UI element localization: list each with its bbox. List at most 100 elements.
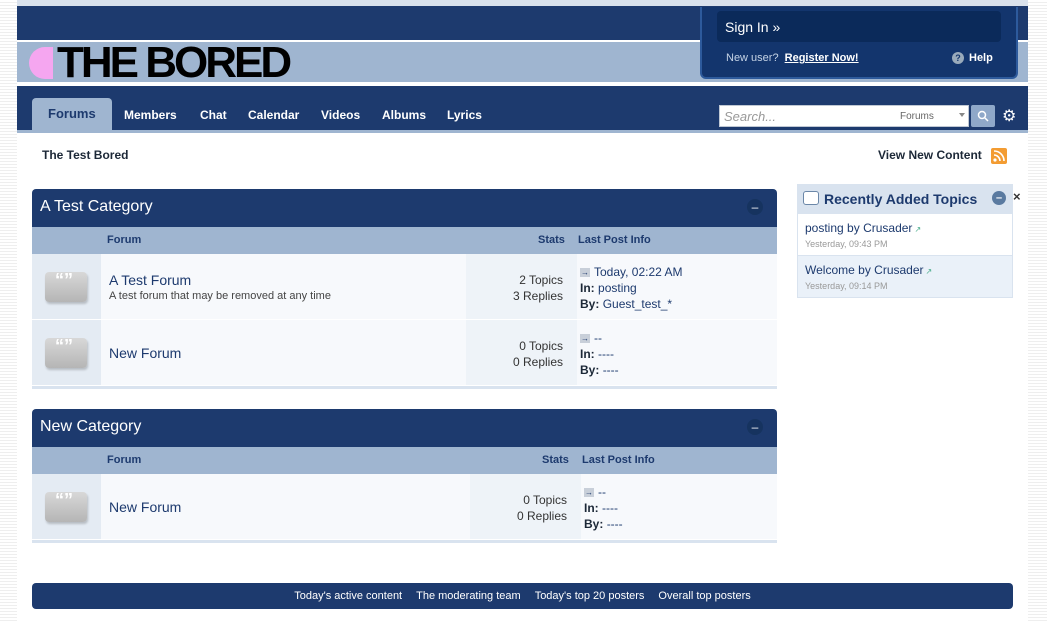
last-post-topic-link[interactable]: ---- [598,347,614,361]
tab-lyrics[interactable]: Lyrics [447,98,482,133]
col-lastpost-header: Last Post Info [578,234,651,246]
help-link[interactable]: ? Help [952,52,993,64]
forum-stats: 2 Topics 3 Replies [466,272,563,304]
last-post-date[interactable]: -- [598,485,606,499]
in-label: In: [580,281,595,295]
forum-name-link[interactable]: A Test Forum [109,272,191,288]
category-header: New Category – [32,409,777,447]
column-header-row: Forum Stats Last Post Info [32,227,777,254]
external-link-icon[interactable]: ↗ [914,225,921,234]
topics-count: 0 Topics [519,339,563,353]
footer-link-overall-top-posters[interactable]: Overall top posters [658,590,750,602]
forum-icon-cell [32,320,101,385]
new-user-text: New user? [726,52,779,64]
footer-link-active-content[interactable]: Today's active content [294,590,402,602]
view-new-content-link[interactable]: View New Content [878,148,982,162]
signin-panel: Sign In » New user? Register Now! ? Help [700,7,1018,79]
in-label: In: [580,347,595,361]
tab-chat[interactable]: Chat [200,98,227,133]
rss-icon[interactable] [991,148,1007,164]
footer-link-moderating-team[interactable]: The moderating team [416,590,521,602]
tab-videos[interactable]: Videos [321,98,360,133]
collapse-icon[interactable]: – [747,199,763,215]
forum-stats: 0 Topics 0 Replies [466,338,563,370]
by-label: By: [580,363,600,377]
search-icon [977,110,989,122]
site-logo[interactable]: THE BORED [29,38,292,87]
tab-forums[interactable]: Forums [32,98,112,133]
last-post-date[interactable]: -- [594,331,602,345]
replies-count: 3 Replies [512,289,563,303]
tab-albums[interactable]: Albums [382,98,426,133]
list-item: Welcome by Crusader ↗ Yesterday, 09:14 PM [797,256,1013,298]
forum-name-link[interactable]: New Forum [109,345,181,361]
forum-status-icon [45,270,87,302]
signin-button[interactable]: Sign In » [717,11,1001,42]
last-post-topic-link[interactable]: ---- [602,501,618,515]
forum-icon-cell [32,474,101,539]
close-icon[interactable]: × [1013,189,1021,204]
recent-topic-author-link[interactable]: Crusader [874,263,923,277]
primary-nav: Forums Members Chat Calendar Videos Albu… [17,86,1028,133]
category-header: A Test Category – [32,189,777,227]
category-title[interactable]: New Category [40,418,141,435]
by-label: By: [584,517,604,531]
last-post-topic-link[interactable]: posting [598,281,637,295]
forum-name-link[interactable]: New Forum [109,499,181,515]
go-to-post-icon[interactable]: → [580,334,590,344]
category-block: A Test Category – Forum Stats Last Post … [32,189,777,389]
register-link[interactable]: Register Now! [785,52,859,64]
forum-description: A test forum that may be removed at any … [109,290,331,302]
recent-topic-link[interactable]: posting [805,221,844,235]
gear-icon[interactable]: ⚙ [1002,106,1016,126]
recent-topic-time: Yesterday, 09:43 PM [805,239,888,249]
footer-links-bar: Today's active content The moderating te… [32,583,1013,609]
category-block: New Category – Forum Stats Last Post Inf… [32,409,777,543]
last-post-author-link[interactable]: ---- [607,517,623,531]
col-forum-header: Forum [107,234,142,246]
help-label: Help [969,52,993,64]
external-link-icon[interactable]: ↗ [926,267,933,276]
recent-topic-author-link[interactable]: Crusader [863,221,912,235]
tab-members[interactable]: Members [124,98,177,133]
collapse-icon[interactable]: – [992,191,1006,205]
footer-link-top-20-posters[interactable]: Today's top 20 posters [535,590,645,602]
logo-text: THE BORED [57,38,292,87]
last-post-info: → -- In: ---- By: ---- [577,320,777,385]
forum-stats: 0 Topics 0 Replies [470,492,567,524]
col-lastpost-header: Last Post Info [582,454,655,466]
search-scope-select[interactable]: Forums [900,111,934,122]
topics-icon [803,191,819,205]
collapse-icon[interactable]: – [747,419,763,435]
forum-status-icon [45,336,87,368]
in-label: In: [584,501,599,515]
forum-main-cell: A Test Forum A test forum that may be re… [101,254,466,319]
last-post-info: → -- In: ---- By: ---- [581,474,777,539]
sidebar-recent-topics: Recently Added Topics – × posting by Cru… [797,184,1021,298]
last-post-author-link[interactable]: Guest_test_* [603,297,672,311]
by-label: By: [580,297,600,311]
search-button[interactable] [971,105,995,127]
col-forum-header: Forum [107,454,142,466]
page-wrapper: THE BORED Sign In » New user? Register N… [17,0,1028,621]
forum-row: New Forum 0 Topics 0 Replies → -- In: ---… [32,320,777,386]
go-to-post-icon[interactable]: → [584,488,594,498]
col-stats-header: Stats [538,234,565,246]
go-to-post-icon[interactable]: → [580,268,590,278]
forum-row: New Forum 0 Topics 0 Replies → -- In: ---… [32,474,777,540]
replies-count: 0 Replies [516,509,567,523]
topics-count: 2 Topics [519,273,563,287]
forum-main-cell: New Forum [101,474,470,539]
search-input[interactable]: Search... [724,109,776,124]
forum-status-icon [45,490,87,522]
last-post-author-link[interactable]: ---- [603,363,619,377]
chevron-down-icon [959,113,965,117]
help-icon: ? [952,52,964,64]
breadcrumb[interactable]: The Test Bored [42,148,128,162]
forum-main-cell: New Forum [101,320,466,385]
tab-calendar[interactable]: Calendar [248,98,299,133]
last-post-date[interactable]: Today, 02:22 AM [594,265,683,279]
search-field[interactable]: Search... Forums [719,105,969,127]
category-title[interactable]: A Test Category [40,198,153,215]
recent-topic-link[interactable]: Welcome [805,263,855,277]
